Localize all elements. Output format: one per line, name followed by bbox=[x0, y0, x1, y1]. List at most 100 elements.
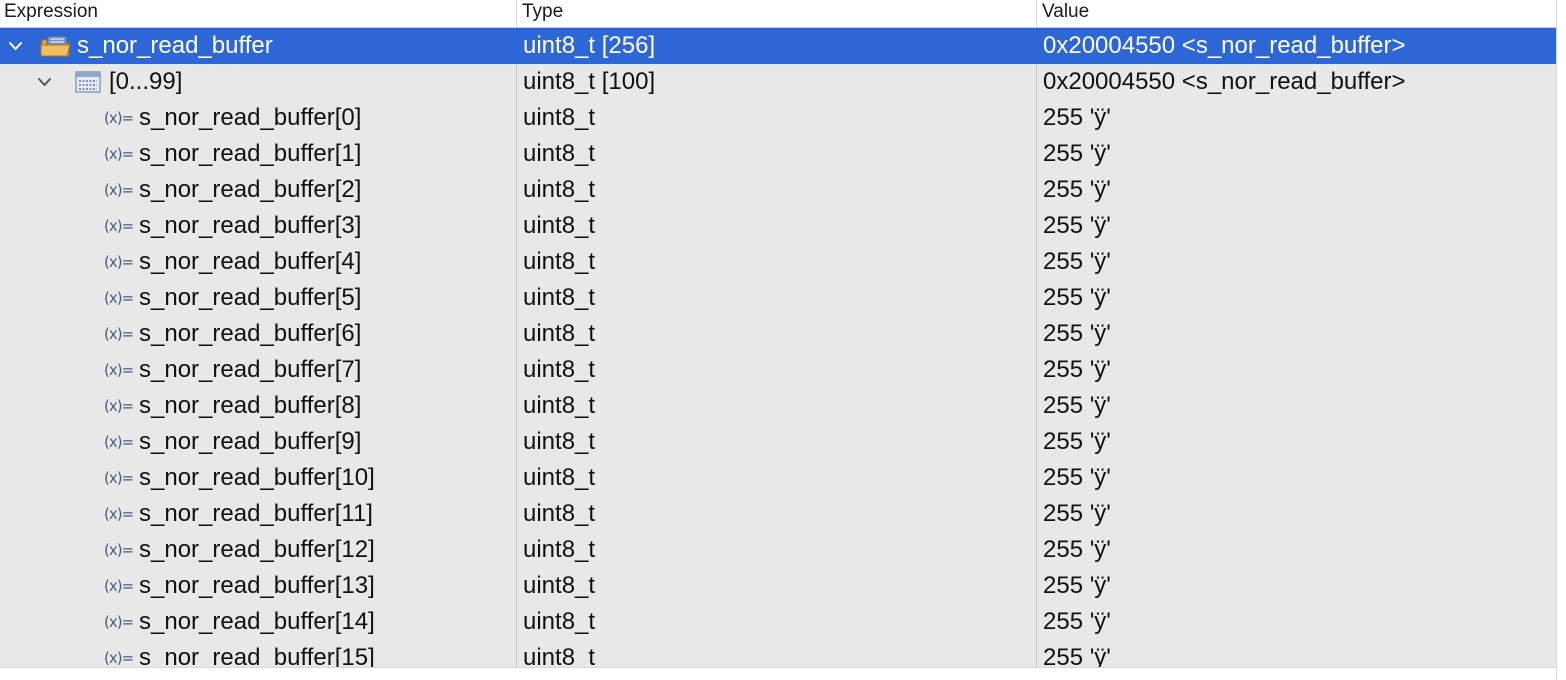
expression-label: s_nor_read_buffer[8] bbox=[139, 392, 362, 419]
expression-cell: (x)= s_nor_read_buffer[4] bbox=[0, 244, 516, 280]
variable-icon: (x)= bbox=[104, 253, 134, 271]
expression-label: s_nor_read_buffer[12] bbox=[139, 536, 375, 563]
vertical-scrollbar[interactable] bbox=[1556, 0, 1566, 680]
expression-cell: (x)= s_nor_read_buffer[7] bbox=[0, 352, 516, 388]
variable-icon: (x)= bbox=[104, 397, 134, 415]
expression-label: s_nor_read_buffer[10] bbox=[139, 464, 375, 491]
value-cell[interactable]: 255 'ÿ' bbox=[1043, 532, 1553, 568]
type-cell: uint8_t bbox=[523, 536, 596, 563]
type-cell: uint8_t bbox=[523, 572, 596, 599]
variable-icon: (x)= bbox=[104, 145, 134, 163]
value-cell[interactable]: 255 'ÿ' bbox=[1043, 136, 1553, 172]
tree-row[interactable]: (x)= s_nor_read_buffer[15] uint8_t 255 'ÿ' bbox=[0, 640, 1556, 667]
horizontal-scrollbar[interactable] bbox=[0, 667, 1556, 680]
expression-cell: [0...99] bbox=[0, 64, 516, 100]
expression-label: s_nor_read_buffer[15] bbox=[139, 644, 375, 667]
expression-label: s_nor_read_buffer bbox=[77, 32, 273, 59]
tree-row[interactable]: (x)= s_nor_read_buffer[0] uint8_t 255 'ÿ' bbox=[0, 100, 1556, 136]
type-cell: uint8_t bbox=[523, 464, 596, 491]
expression-cell: (x)= s_nor_read_buffer[15] bbox=[0, 640, 516, 667]
value-cell[interactable]: 255 'ÿ' bbox=[1043, 568, 1553, 604]
expression-cell: (x)= s_nor_read_buffer[2] bbox=[0, 172, 516, 208]
variable-icon: (x)= bbox=[104, 433, 134, 451]
array-range-icon bbox=[74, 64, 102, 100]
variable-icon: (x)= bbox=[104, 613, 134, 631]
value-cell[interactable]: 255 'ÿ' bbox=[1043, 388, 1553, 424]
value-cell[interactable]: 255 'ÿ' bbox=[1043, 352, 1553, 388]
tree-row[interactable]: (x)= s_nor_read_buffer[5] uint8_t 255 'ÿ' bbox=[0, 280, 1556, 316]
type-cell: uint8_t bbox=[523, 104, 596, 131]
type-cell: uint8_t bbox=[523, 320, 596, 347]
expression-label: s_nor_read_buffer[0] bbox=[139, 104, 362, 131]
expression-cell: (x)= s_nor_read_buffer[1] bbox=[0, 136, 516, 172]
expression-label: s_nor_read_buffer[3] bbox=[139, 212, 362, 239]
tree-row[interactable]: (x)= s_nor_read_buffer[1] uint8_t 255 'ÿ' bbox=[0, 136, 1556, 172]
variable-icon: (x)= bbox=[104, 361, 134, 379]
chevron-down-icon[interactable] bbox=[34, 64, 54, 100]
expression-cell: (x)= s_nor_read_buffer[9] bbox=[0, 424, 516, 460]
type-cell: uint8_t bbox=[523, 176, 596, 203]
tree-row[interactable]: (x)= s_nor_read_buffer[10] uint8_t 255 'ÿ' bbox=[0, 460, 1556, 496]
tree-row[interactable]: s_nor_read_buffer uint8_t [256] 0x20004550… bbox=[0, 28, 1556, 64]
expression-label: s_nor_read_buffer[6] bbox=[139, 320, 362, 347]
variable-icon: (x)= bbox=[104, 469, 134, 487]
expressions-view: Expression Type Value s_nor_read_bufferu… bbox=[0, 0, 1556, 667]
type-cell: uint8_t [100] bbox=[523, 68, 656, 95]
expression-label: s_nor_read_buffer[1] bbox=[139, 140, 362, 167]
value-cell[interactable]: 255 'ÿ' bbox=[1043, 496, 1553, 532]
variable-icon: (x)= bbox=[104, 505, 134, 523]
expression-label: s_nor_read_buffer[7] bbox=[139, 356, 362, 383]
type-cell: uint8_t bbox=[523, 284, 596, 311]
column-header-expression[interactable]: Expression bbox=[0, 0, 516, 27]
tree-row[interactable]: (x)= s_nor_read_buffer[8] uint8_t 255 'ÿ' bbox=[0, 388, 1556, 424]
value-cell[interactable]: 255 'ÿ' bbox=[1043, 316, 1553, 352]
column-header-value[interactable]: Value bbox=[1036, 0, 1556, 27]
tree-row[interactable]: (x)= s_nor_read_buffer[12] uint8_t 255 'ÿ' bbox=[0, 532, 1556, 568]
value-cell[interactable]: 255 'ÿ' bbox=[1043, 244, 1553, 280]
tree-row[interactable]: (x)= s_nor_read_buffer[9] uint8_t 255 'ÿ' bbox=[0, 424, 1556, 460]
type-cell: uint8_t bbox=[523, 608, 596, 635]
column-header-bar: Expression Type Value bbox=[0, 0, 1556, 28]
value-cell[interactable]: 255 'ÿ' bbox=[1043, 172, 1553, 208]
type-cell: uint8_t bbox=[523, 500, 596, 527]
expression-cell: (x)= s_nor_read_buffer[13] bbox=[0, 568, 516, 604]
variable-icon: (x)= bbox=[104, 289, 134, 307]
expression-label: s_nor_read_buffer[11] bbox=[139, 500, 373, 527]
tree-row[interactable]: (x)= s_nor_read_buffer[3] uint8_t 255 'ÿ' bbox=[0, 208, 1556, 244]
expression-cell: (x)= s_nor_read_buffer[12] bbox=[0, 532, 516, 568]
expression-cell: (x)= s_nor_read_buffer[11] bbox=[0, 496, 516, 532]
expression-label: s_nor_read_buffer[14] bbox=[139, 608, 375, 635]
expression-label: s_nor_read_buffer[2] bbox=[139, 176, 362, 203]
array-folder-icon bbox=[40, 28, 72, 64]
value-cell[interactable]: 0x20004550 <s_nor_read_buffer> bbox=[1043, 64, 1553, 100]
chevron-down-icon[interactable] bbox=[5, 28, 25, 64]
tree-row[interactable]: (x)= s_nor_read_buffer[7] uint8_t 255 'ÿ' bbox=[0, 352, 1556, 388]
value-cell[interactable]: 255 'ÿ' bbox=[1043, 280, 1553, 316]
variable-icon: (x)= bbox=[104, 181, 134, 199]
tree-row[interactable]: (x)= s_nor_read_buffer[11] uint8_t 255 'ÿ' bbox=[0, 496, 1556, 532]
tree-row[interactable]: (x)= s_nor_read_buffer[4] uint8_t 255 'ÿ' bbox=[0, 244, 1556, 280]
tree-row[interactable]: (x)= s_nor_read_buffer[6] uint8_t 255 'ÿ' bbox=[0, 316, 1556, 352]
value-cell[interactable]: 255 'ÿ' bbox=[1043, 640, 1553, 667]
tree-row[interactable]: (x)= s_nor_read_buffer[2] uint8_t 255 'ÿ' bbox=[0, 172, 1556, 208]
value-cell[interactable]: 255 'ÿ' bbox=[1043, 208, 1553, 244]
expression-cell: (x)= s_nor_read_buffer[10] bbox=[0, 460, 516, 496]
value-cell[interactable]: 255 'ÿ' bbox=[1043, 100, 1553, 136]
value-cell[interactable]: 255 'ÿ' bbox=[1043, 424, 1553, 460]
tree-row[interactable]: [0...99] uint8_t [100] 0x20004550 <s_nor_r… bbox=[0, 64, 1556, 100]
type-cell: uint8_t bbox=[523, 212, 596, 239]
tree-row[interactable]: (x)= s_nor_read_buffer[14] uint8_t 255 'ÿ' bbox=[0, 604, 1556, 640]
variable-icon: (x)= bbox=[104, 541, 134, 559]
type-cell: uint8_t [256] bbox=[523, 32, 656, 59]
variable-icon: (x)= bbox=[104, 109, 134, 127]
variable-icon: (x)= bbox=[104, 577, 134, 595]
value-cell[interactable]: 255 'ÿ' bbox=[1043, 460, 1553, 496]
value-cell[interactable]: 255 'ÿ' bbox=[1043, 604, 1553, 640]
expression-cell: (x)= s_nor_read_buffer[14] bbox=[0, 604, 516, 640]
value-cell[interactable]: 0x20004550 <s_nor_read_buffer> bbox=[1043, 28, 1553, 64]
type-cell: uint8_t bbox=[523, 392, 596, 419]
variable-icon: (x)= bbox=[104, 217, 134, 235]
variable-icon: (x)= bbox=[104, 649, 134, 667]
tree-row[interactable]: (x)= s_nor_read_buffer[13] uint8_t 255 'ÿ' bbox=[0, 568, 1556, 604]
column-header-type[interactable]: Type bbox=[516, 0, 1036, 27]
